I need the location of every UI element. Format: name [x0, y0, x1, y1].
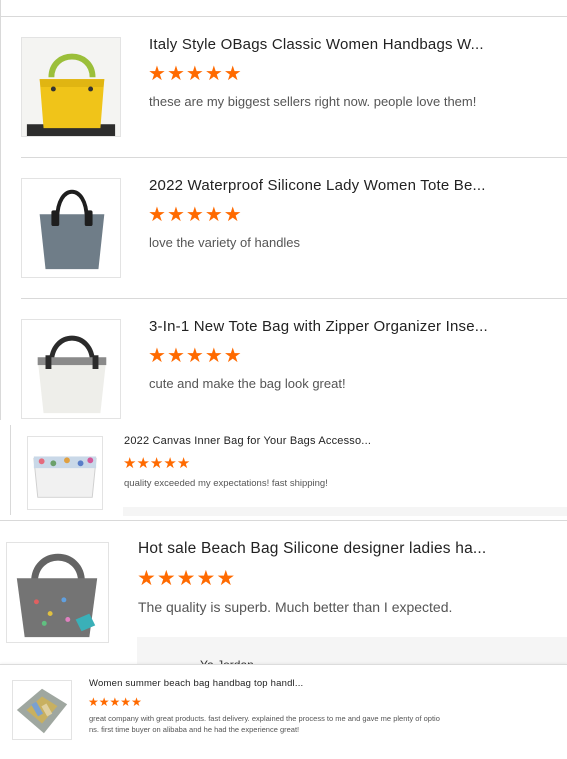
star-icon: ★: [156, 567, 176, 590]
star-icon: ★: [136, 455, 150, 472]
star-icon: ★: [98, 695, 110, 709]
star-icon: ★: [204, 204, 223, 226]
rating-stars: ★ ★ ★ ★ ★: [88, 696, 142, 708]
product-image[interactable]: [27, 436, 103, 510]
product-title[interactable]: 3-In-1 New Tote Bag with Zipper Organize…: [149, 318, 559, 335]
review-card-overlay[interactable]: Women summer beach bag handbag top handl…: [0, 664, 567, 759]
divider: [0, 520, 567, 521]
star-icon: ★: [163, 455, 177, 472]
star-icon: ★: [223, 63, 242, 85]
rating-stars: ★ ★ ★ ★ ★: [148, 205, 242, 225]
product-image[interactable]: [21, 178, 121, 278]
left-border: [0, 0, 1, 420]
product-image[interactable]: [6, 542, 109, 643]
review-comment: these are my biggest sellers right now. …: [149, 94, 477, 109]
product-title[interactable]: Hot sale Beach Bag Silicone designer lad…: [138, 540, 563, 558]
star-icon: ★: [185, 63, 204, 85]
review-comment: The quality is superb. Much better than …: [138, 599, 453, 615]
star-icon: ★: [204, 63, 223, 85]
reply-box: [123, 507, 567, 516]
star-icon: ★: [185, 204, 204, 226]
yellow-tote-bag-image: [22, 38, 120, 136]
star-icon: ★: [204, 345, 223, 367]
star-icon: ★: [148, 204, 166, 226]
star-icon: ★: [109, 695, 121, 709]
review-comment: cute and make the bag look great!: [149, 376, 346, 391]
floral-inner-bag-image: [28, 437, 102, 509]
review-comment: great company with great products. fast …: [89, 714, 440, 723]
review-comment: love the variety of handles: [149, 235, 301, 250]
star-icon: ★: [149, 455, 164, 472]
star-icon: ★: [131, 695, 142, 709]
rating-stars: ★ ★ ★ ★ ★: [148, 346, 242, 366]
rating-stars: ★ ★ ★ ★ ★: [137, 568, 235, 589]
felt-organizer-insert-image: [13, 681, 71, 739]
product-image[interactable]: [21, 37, 121, 137]
star-icon: ★: [176, 455, 191, 472]
product-title[interactable]: Women summer beach bag handbag top handl…: [89, 678, 349, 689]
divider: [0, 16, 567, 17]
rating-stars: ★ ★ ★ ★ ★: [123, 456, 190, 471]
grey-tote-bag-image: [22, 179, 120, 277]
star-icon: ★: [166, 345, 185, 367]
left-border: [10, 425, 11, 515]
grey-beach-bag-image: [7, 543, 108, 642]
white-tote-bag-image: [22, 320, 120, 418]
divider: [21, 157, 567, 158]
star-icon: ★: [166, 204, 185, 226]
star-icon: ★: [148, 63, 166, 85]
product-title[interactable]: Italy Style OBags Classic Women Handbags…: [149, 36, 559, 53]
star-icon: ★: [223, 204, 242, 226]
star-icon: ★: [223, 345, 242, 367]
divider: [21, 298, 567, 299]
product-title[interactable]: 2022 Waterproof Silicone Lady Women Tote…: [149, 177, 559, 194]
product-title[interactable]: 2022 Canvas Inner Bag for Your Bags Acce…: [124, 435, 424, 447]
star-icon: ★: [216, 567, 236, 590]
review-comment: quality exceeded my expectations! fast s…: [124, 478, 328, 489]
star-icon: ★: [196, 567, 216, 590]
star-icon: ★: [148, 345, 166, 367]
review-comment: ns. first time buyer on alibaba and he h…: [89, 725, 300, 734]
star-icon: ★: [176, 567, 196, 590]
star-icon: ★: [166, 63, 185, 85]
star-icon: ★: [137, 567, 156, 590]
star-icon: ★: [185, 345, 204, 367]
star-icon: ★: [88, 695, 99, 709]
product-image[interactable]: [21, 319, 121, 419]
rating-stars: ★ ★ ★ ★ ★: [148, 64, 242, 84]
star-icon: ★: [120, 695, 132, 709]
star-icon: ★: [123, 455, 137, 472]
product-image[interactable]: [12, 680, 72, 740]
